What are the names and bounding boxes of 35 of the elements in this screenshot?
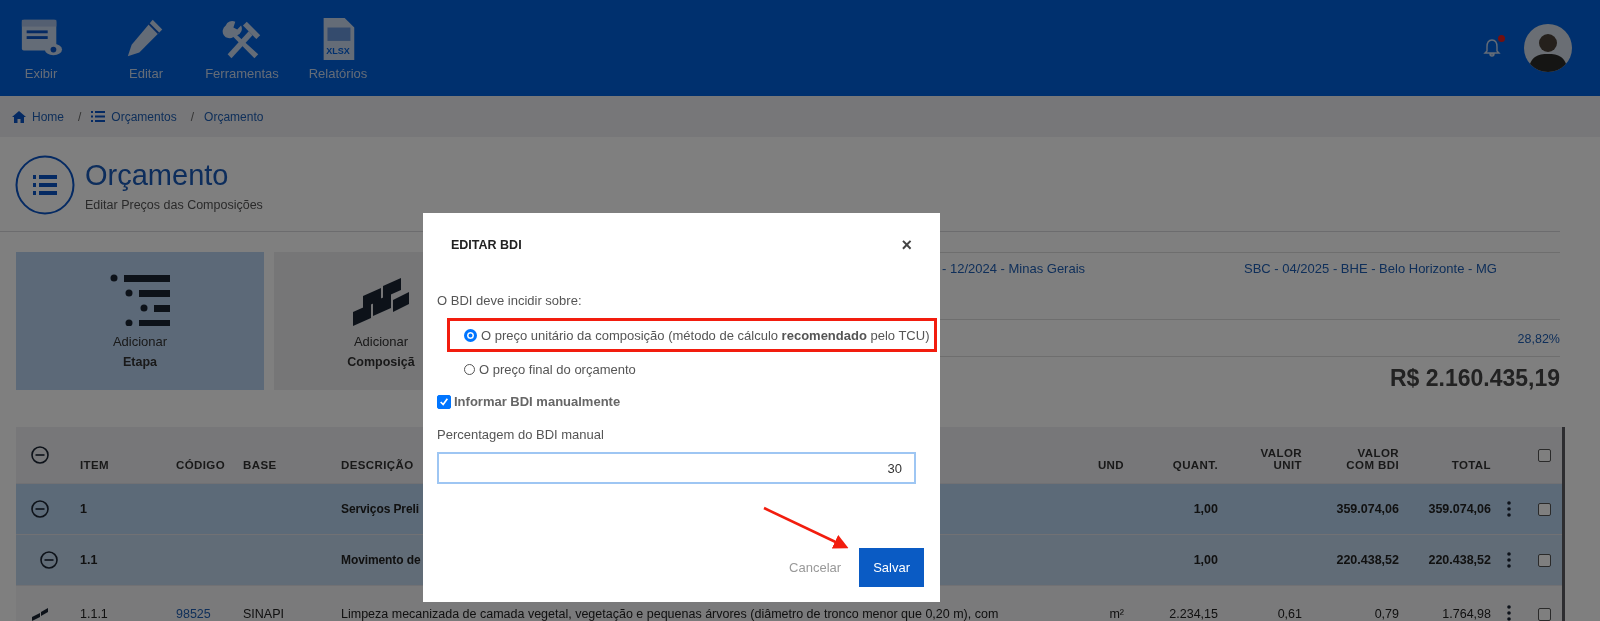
table-cell: 0,79: [1374, 607, 1399, 621]
column-header: UND: [1097, 459, 1124, 471]
table-cell: SINAPI: [243, 607, 284, 621]
table-cell: 1: [80, 502, 87, 516]
table-cell: 359.074,06: [1336, 502, 1399, 516]
column-header: CÓDIGO: [176, 459, 226, 471]
table-cell: 1.1.1: [80, 607, 108, 621]
column-header: VALOR COM BDI: [1346, 447, 1399, 471]
table-cell: Serviços Preli: [341, 502, 419, 516]
dialog-title: EDITAR BDI: [451, 238, 522, 252]
table-cell: Movimento de: [341, 553, 421, 567]
column-header: VALOR UNIT: [1260, 447, 1302, 471]
breadcrumb-separator: /: [78, 109, 82, 124]
column-header: TOTAL: [1451, 459, 1491, 471]
table-cell: 1.1: [80, 553, 98, 567]
page-subtitle: Editar Preços das Composições: [85, 198, 263, 212]
breadcrumb-separator: /: [190, 109, 195, 124]
table-cell: 220.438,52: [1428, 553, 1491, 567]
column-header: DESCRIÇÃO: [341, 459, 414, 471]
table-cell: 359.074,06: [1428, 502, 1491, 516]
table-cell: 2.234,15: [1169, 607, 1218, 621]
table-cell: Limpeza mecanizada de camada vegetal, vegetação e pequenas árvores (diâmetro de tronco menor que 0,20 m), com: [341, 607, 999, 621]
table-cell: 0,61: [1277, 607, 1302, 621]
budget-total: R$ 2.160.435,19: [1389, 365, 1560, 392]
page-title: Orçamento: [85, 158, 230, 192]
icon-label: XLSX: [326, 45, 350, 56]
table-cell: m²: [1109, 607, 1124, 621]
table-cell: 1,00: [1193, 502, 1218, 516]
table-cell: 220.438,52: [1336, 553, 1399, 567]
column-header: BASE: [243, 459, 277, 471]
column-header: ITEM: [80, 459, 110, 471]
table-cell: 1,00: [1193, 553, 1218, 567]
column-header: QUANT.: [1172, 459, 1218, 471]
table-cell: 1.764,98: [1442, 607, 1491, 621]
field-label: Percentagem do BDI manual: [437, 427, 605, 442]
